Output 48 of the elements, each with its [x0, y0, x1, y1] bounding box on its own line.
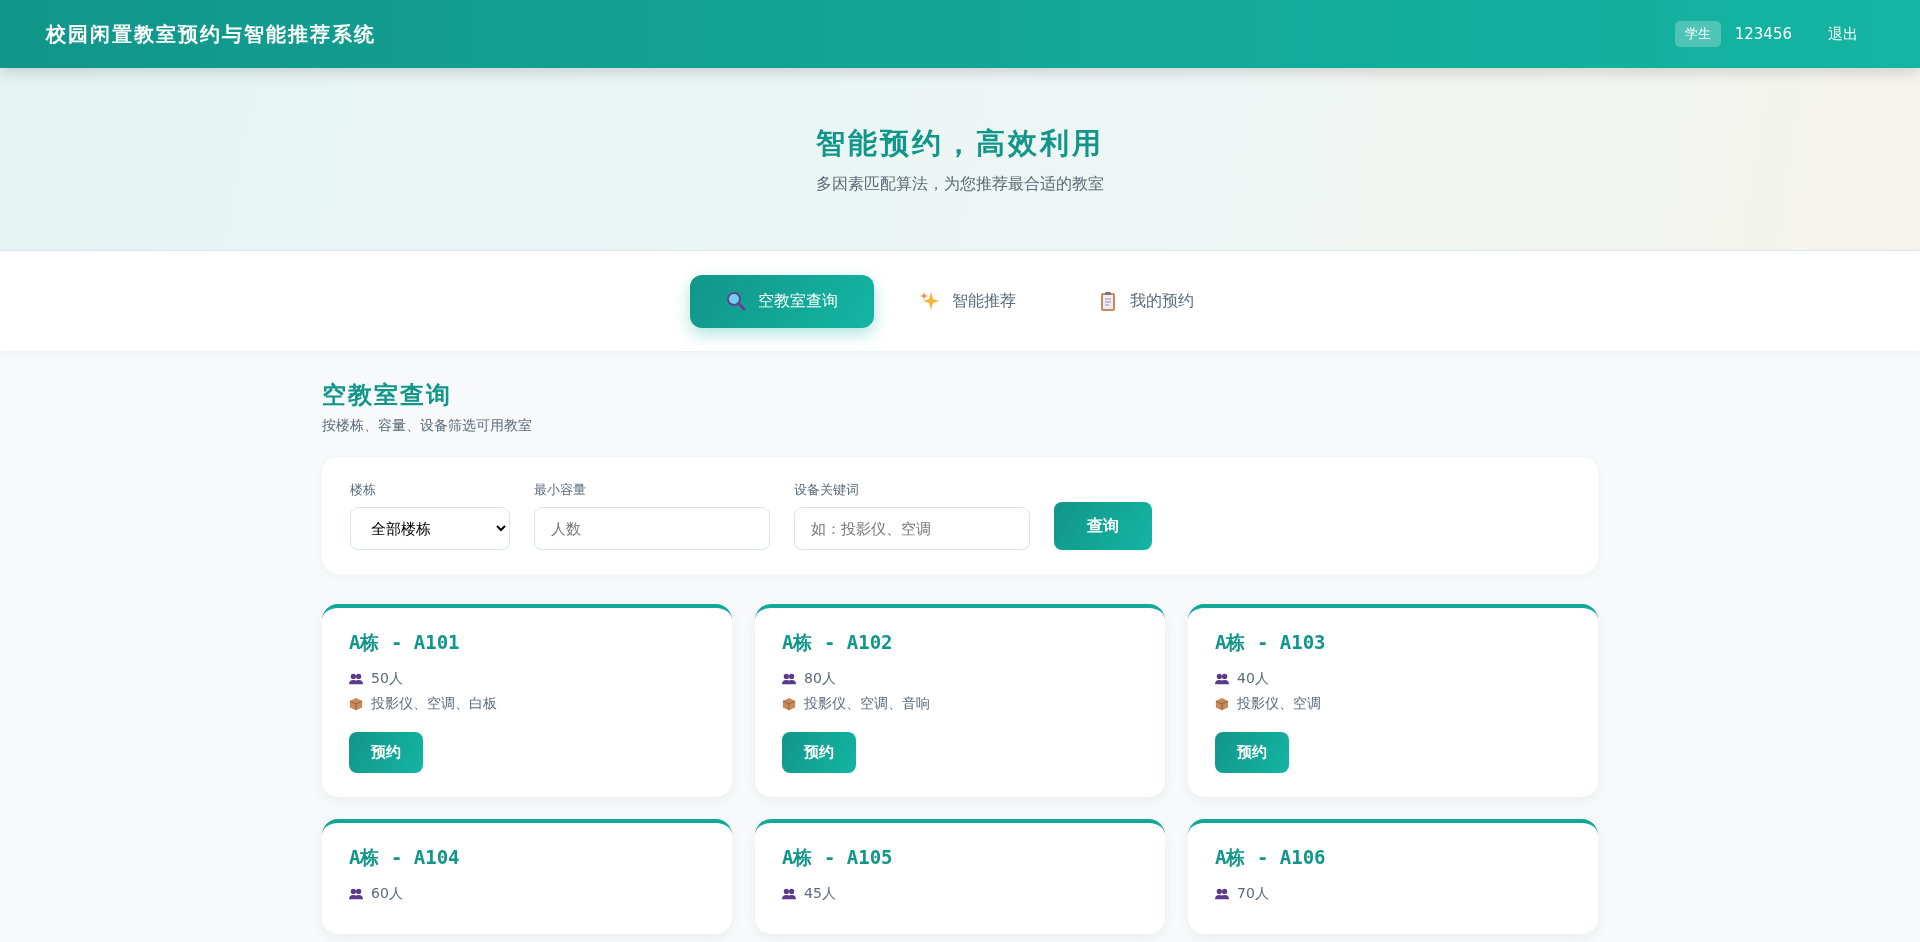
room-name: A栋 - A106: [1215, 845, 1327, 870]
room-name: A栋 - A102: [782, 630, 894, 655]
people-icon: [349, 672, 363, 686]
tab[interactable]: 智能推荐: [884, 274, 1052, 328]
package-icon: [782, 697, 796, 711]
room-name: A栋 - A104: [349, 845, 461, 870]
reserve-button[interactable]: 预约: [1215, 732, 1289, 773]
capacity-text: 40人: [1237, 670, 1269, 688]
people-icon: [349, 887, 363, 901]
query-button[interactable]: 查询: [1054, 502, 1152, 550]
hero-subtitle: 多因素匹配算法，为您推荐最合适的教室: [816, 173, 1104, 195]
people-icon: [1215, 887, 1229, 901]
section-subtitle: 按楼栋、容量、设备筛选可用教室: [322, 417, 533, 435]
sparkles-icon: [920, 291, 940, 311]
equipment-text: 投影仪、空调、音响: [804, 695, 930, 713]
room-name: A栋 - A103: [1215, 630, 1327, 655]
input-field[interactable]: 人数: [534, 507, 770, 550]
input-field[interactable]: 如：投影仪、空调: [794, 507, 1030, 550]
section-title: 空教室查询: [322, 379, 453, 411]
filter-label: 最小容量: [534, 481, 587, 499]
tab[interactable]: 空教室查询: [690, 274, 874, 328]
role-badge: 学生: [1674, 21, 1721, 47]
people-icon: [782, 672, 796, 686]
equipment-text: 投影仪、空调、白板: [371, 695, 497, 713]
hero-title: 智能预约，高效利用: [816, 124, 1104, 162]
logout-link[interactable]: 退出: [1828, 24, 1858, 44]
search-icon: [726, 291, 746, 311]
capacity-text: 70人: [1237, 885, 1269, 903]
username: 123456: [1734, 25, 1792, 43]
reserve-button[interactable]: 预约: [782, 732, 856, 773]
capacity-text: 80人: [804, 670, 836, 688]
people-icon: [782, 887, 796, 901]
building-select[interactable]: 全部楼栋: [350, 507, 510, 550]
capacity-text: 50人: [371, 670, 403, 688]
app-title: 校园闲置教室预约与智能推荐系统: [46, 20, 376, 48]
clipboard-icon: [1098, 291, 1118, 311]
reserve-button[interactable]: 预约: [349, 732, 423, 773]
people-icon: [1215, 672, 1229, 686]
room-name: A栋 - A101: [349, 630, 461, 655]
filter-label: 设备关键词: [794, 481, 860, 499]
tab[interactable]: 我的预约: [1062, 274, 1230, 328]
room-name: A栋 - A105: [782, 845, 894, 870]
package-icon: [1215, 697, 1229, 711]
capacity-text: 60人: [371, 885, 403, 903]
equipment-text: 投影仪、空调: [1237, 695, 1321, 713]
filter-label: 楼栋: [350, 481, 377, 499]
capacity-text: 45人: [804, 885, 836, 903]
package-icon: [349, 697, 363, 711]
